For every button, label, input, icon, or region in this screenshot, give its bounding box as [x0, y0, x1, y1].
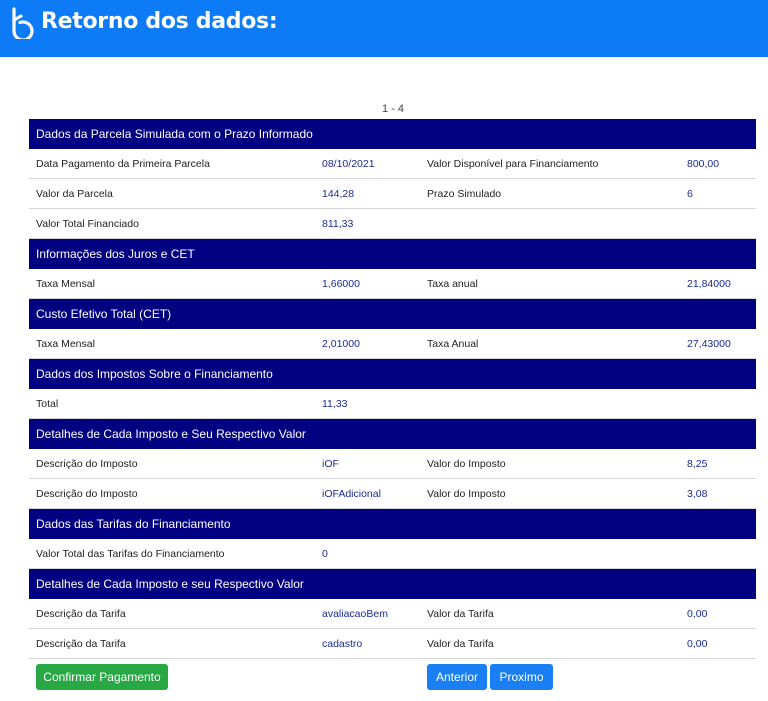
- table-row: Taxa Mensal 1,66000 Taxa anual 21,84000: [29, 269, 756, 299]
- field-label: Descrição do Imposto: [36, 458, 138, 470]
- table-row: Valor Total Financiado 811,33: [29, 209, 756, 239]
- field-value: iOFAdicional: [322, 488, 381, 500]
- field-label: Taxa Mensal: [36, 338, 95, 350]
- confirm-payment-button[interactable]: Confirmar Pagamento: [36, 664, 168, 690]
- table-row: Valor Total das Tarifas do Financiamento…: [29, 539, 756, 569]
- table-row: Data Pagamento da Primeira Parcela 08/10…: [29, 149, 756, 179]
- field-value: 3,08: [687, 488, 708, 500]
- field-label: Data Pagamento da Primeira Parcela: [36, 158, 210, 170]
- field-label: Valor da Tarifa: [427, 608, 494, 620]
- field-label: Valor da Tarifa: [427, 638, 494, 650]
- field-value: 0: [322, 548, 328, 560]
- field-value: 21,84000: [687, 278, 731, 290]
- field-label: Valor da Parcela: [36, 188, 113, 200]
- results-table: Dados da Parcela Simulada com o Prazo In…: [29, 119, 756, 659]
- field-label: Valor Total das Tarifas do Financiamento: [36, 548, 225, 560]
- table-row: Descrição da Tarifa avaliacaoBem Valor d…: [29, 599, 756, 629]
- field-value: 11,33: [322, 398, 348, 410]
- pagination-indicator: 1 - 4: [381, 103, 404, 115]
- section-header: Detalhes de Cada Imposto e Seu Respectiv…: [29, 419, 756, 449]
- top-header-bar: Retorno dos dados:: [0, 0, 768, 57]
- section-header: Dados dos Impostos Sobre o Financiamento: [29, 359, 756, 389]
- field-label: Valor do Imposto: [427, 488, 506, 500]
- next-button[interactable]: Proximo: [490, 664, 553, 690]
- field-label: Descrição da Tarifa: [36, 638, 126, 650]
- field-value: iOF: [322, 458, 339, 470]
- table-row: Total 11,33: [29, 389, 756, 419]
- brand-b-logo-icon: [12, 7, 34, 39]
- field-value: 08/10/2021: [322, 158, 375, 170]
- field-value: 0,00: [687, 608, 708, 620]
- section-header: Dados da Parcela Simulada com o Prazo In…: [29, 119, 756, 149]
- field-value: avaliacaoBem: [322, 608, 388, 620]
- field-value: 811,33: [322, 218, 354, 230]
- field-label: Prazo Simulado: [427, 188, 502, 200]
- section-header: Custo Efetivo Total (CET): [29, 299, 756, 329]
- field-label: Descrição da Tarifa: [36, 608, 126, 620]
- section-header: Informações dos Juros e CET: [29, 239, 756, 269]
- table-row: Valor da Parcela 144,28 Prazo Simulado 6: [29, 179, 756, 209]
- field-label: Valor do Imposto: [427, 458, 506, 470]
- table-row: Taxa Mensal 2,01000 Taxa Anual 27,43000: [29, 329, 756, 359]
- table-row: Descrição do Imposto iOFAdicional Valor …: [29, 479, 756, 509]
- field-value: 800,00: [687, 158, 720, 170]
- field-value: cadastro: [322, 638, 363, 650]
- field-label: Taxa Mensal: [36, 278, 95, 290]
- page-title: Retorno dos dados:: [41, 9, 278, 34]
- field-value: 144,28: [322, 188, 355, 200]
- field-label: Valor Total Financiado: [36, 218, 139, 230]
- field-label: Total: [36, 398, 59, 410]
- field-label: Descrição do Imposto: [36, 488, 138, 500]
- field-label: Taxa anual: [427, 278, 478, 290]
- table-row: Descrição da Tarifa cadastro Valor da Ta…: [29, 629, 756, 659]
- previous-button[interactable]: Anterior: [427, 664, 487, 690]
- field-value: 2,01000: [322, 338, 360, 350]
- field-value: 1,66000: [322, 278, 360, 290]
- field-value: 8,25: [687, 458, 708, 470]
- field-value: 0,00: [687, 638, 708, 650]
- field-label: Taxa Anual: [427, 338, 479, 350]
- field-label: Valor Disponível para Financiamento: [427, 158, 599, 170]
- field-value: 6: [687, 188, 693, 200]
- field-value: 27,43000: [687, 338, 731, 350]
- section-header: Dados das Tarifas do Financiamento: [29, 509, 756, 539]
- table-row: Descrição do Imposto iOF Valor do Impost…: [29, 449, 756, 479]
- section-header: Detalhes de Cada Imposto e seu Respectiv…: [29, 569, 756, 599]
